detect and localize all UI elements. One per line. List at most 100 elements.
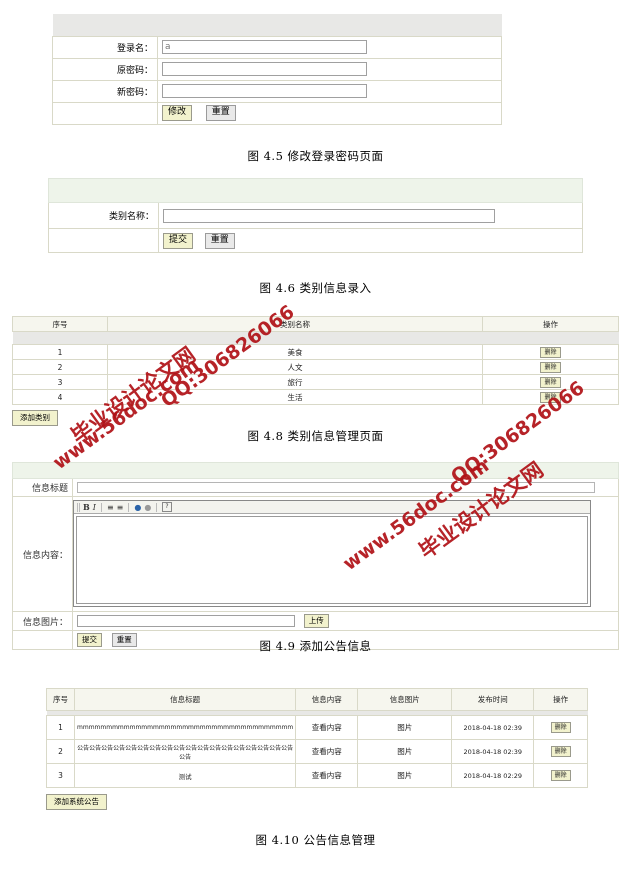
login-name-label: 登录名： [52,35,158,59]
bold-icon[interactable]: B [83,502,90,512]
col-header-action: 操作 [533,688,588,711]
form-header-bar [52,14,502,37]
login-name-cell [157,35,502,59]
info-image-cell: 上传 [72,611,619,631]
category-table-header-row: 序号 类别名称 操作 [12,316,619,332]
caption-4-10: 图 4.10 公告信息管理 [255,833,376,847]
document-page: 登录名： 原密码： 新密码： 修改 [0,0,631,881]
table-row: 2 人文 删除 [12,359,619,375]
form-row-info-image: 信息图片： 上传 [12,611,619,631]
col-header-title: 信息标题 [73,688,297,711]
table-row: 2 公告公告公告公告公告公告公告公告公告公告公告公告公告公告公告公告公告公告公告… [46,739,588,764]
add-announcement-button[interactable]: 添加系统公告 [46,794,107,810]
cell-no: 2 [12,359,108,375]
cell-action: 删除 [533,715,588,740]
col-header-time: 发布时间 [451,688,535,711]
figure-4-5: 登录名： 原密码： 新密码： 修改 [52,14,502,125]
delete-button[interactable]: 删除 [550,770,571,781]
cell-image-link[interactable]: 图片 [357,763,453,788]
table-row: 4 生活 删除 [12,389,619,405]
announcement-table: 序号 信息标题 信息内容 信息图片 发布时间 操作 1 mmmmmmmmmmmm… [46,688,588,788]
old-password-label: 原密码： [52,57,158,81]
cell-action: 删除 [533,763,588,788]
unlink-icon[interactable]: ● [144,503,151,512]
editor-content-area[interactable] [76,516,588,604]
info-image-input[interactable] [77,615,295,627]
category-actions-spacer-cell [48,228,159,253]
cell-time: 2018-04-18 02:39 [451,739,535,764]
form-row-info-content: 信息内容： B I ≡ ≡ ● ● ? [12,496,619,612]
form-row-new-password: 新密码： [52,79,502,103]
caption-4-9: 图 4.9 添加公告信息 [259,639,372,653]
help-icon[interactable]: ? [162,502,172,512]
category-table-topbar-cell [12,331,619,345]
cell-image-link[interactable]: 图片 [357,715,453,740]
actions-spacer-cell [52,101,158,125]
caption-4-5: 图 4.5 修改登录密码页面 [247,149,384,163]
category-name-label: 类别名称： [48,202,159,229]
info-title-cell [72,478,619,497]
ordered-list-icon[interactable]: ≡ [107,503,114,512]
announcement-table-body: 1 mmmmmmmmmmmmmmmmmmmmmmmmmmmmmmmmmmmmm … [46,715,588,788]
submit-button[interactable]: 提交 [163,232,194,249]
link-icon[interactable]: ● [134,503,141,512]
category-reset-button[interactable]: 重置 [204,232,235,249]
announcement-form-header-bar-cell [12,462,619,479]
info-content-label: 信息内容： [12,496,73,612]
col-header-name: 类别名称 [107,316,483,332]
cell-name: 生活 [107,389,483,405]
cell-title: 公告公告公告公告公告公告公告公告公告公告公告公告公告公告公告公告公告公告公告 [73,739,297,764]
old-password-cell [157,57,502,81]
login-name-input[interactable] [162,40,367,54]
unordered-list-icon[interactable]: ≡ [117,503,124,512]
add-category-button[interactable]: 添加类别 [12,410,58,426]
reset-button[interactable]: 重置 [205,105,236,121]
new-password-label: 新密码： [52,79,158,103]
cell-action: 删除 [482,344,619,360]
category-form-row-actions: 提交 重置 [48,228,583,253]
category-table-topbar [12,331,619,345]
delete-button[interactable]: 删除 [540,376,561,388]
cell-no: 2 [46,739,75,764]
italic-icon[interactable]: I [93,503,96,512]
cell-content-link[interactable]: 查看内容 [295,715,359,740]
category-name-input[interactable] [163,208,495,223]
cell-no: 1 [12,344,108,360]
delete-button[interactable]: 删除 [550,722,571,733]
category-table: 序号 类别名称 操作 1 美食 删除 2 人文 删除 3 旅行 删除 4 生活 … [12,316,619,405]
category-form-header-bar-cell [48,178,583,203]
col-header-content: 信息内容 [295,688,359,711]
col-header-no: 序号 [46,688,75,711]
grip-handle-icon[interactable] [77,502,80,512]
info-title-input[interactable] [77,482,595,493]
delete-button[interactable]: 删除 [540,346,561,358]
category-form-header-bar [48,178,583,203]
cell-image-link[interactable]: 图片 [357,739,453,764]
figure-4-6: 类别名称： 提交 重置 [48,178,583,253]
upload-button[interactable]: 上传 [303,614,329,628]
cell-action: 删除 [482,389,619,405]
old-password-input[interactable] [162,62,367,76]
cell-content-link[interactable]: 查看内容 [295,763,359,788]
cell-name: 旅行 [107,374,483,390]
new-password-input[interactable] [162,84,367,98]
figure-4-10: 序号 信息标题 信息内容 信息图片 发布时间 操作 1 mmmmmmmmmmmm… [46,688,588,810]
form-row-info-title: 信息标题 [12,478,619,497]
toolbar-separator [156,502,158,512]
form-row-actions: 修改 重置 [52,101,502,125]
cell-content-link[interactable]: 查看内容 [295,739,359,764]
new-password-cell [157,79,502,103]
modify-button[interactable]: 修改 [162,105,193,121]
caption-4-8: 图 4.8 类别信息管理页面 [247,429,384,443]
actions-cell: 修改 重置 [157,101,502,125]
cell-time: 2018-04-18 02:29 [451,763,535,788]
announcement-form-header-bar [12,462,619,479]
table-row: 1 美食 删除 [12,344,619,360]
delete-button[interactable]: 删除 [550,746,571,757]
delete-button[interactable]: 删除 [540,391,561,403]
rich-text-editor: B I ≡ ≡ ● ● ? [73,500,591,607]
delete-button[interactable]: 删除 [540,361,561,373]
caption-4-6: 图 4.6 类别信息录入 [259,281,372,295]
info-content-cell: B I ≡ ≡ ● ● ? [72,496,619,612]
category-actions-cell: 提交 重置 [158,228,583,253]
